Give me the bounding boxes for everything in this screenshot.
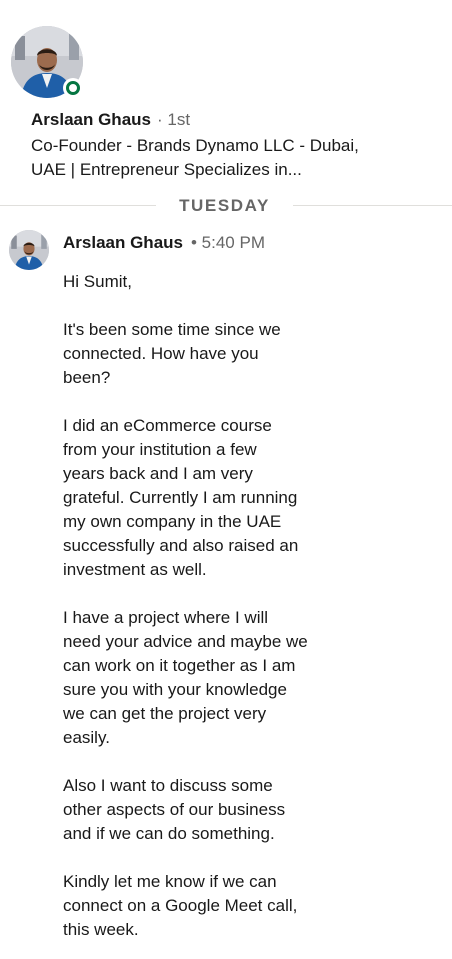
message-paragraph: I have a project where I will need your …: [63, 608, 308, 747]
divider-line-right: [293, 205, 452, 206]
headline-text: Co-Founder - Brands Dynamo LLC - Dubai, …: [31, 136, 359, 179]
divider-label: TUESDAY: [179, 196, 270, 215]
online-status-icon: [63, 78, 83, 98]
message-paragraph: Hi Sumit,: [63, 272, 132, 291]
contact-headline: Co-Founder - Brands Dynamo LLC - Dubai, …: [31, 134, 431, 182]
message-item: Arslaan Ghaus • 5:40 PM Hi Sumit, It's be…: [0, 226, 452, 959]
conversation-header: Arslaan Ghaus · 1st Co-Founder - Brands D…: [0, 0, 452, 195]
message-paragraph: I did an eCommerce course from your inst…: [63, 416, 299, 579]
message-body: Hi Sumit, It's been some time since we c…: [63, 270, 363, 942]
message-paragraph: It's been some time since we connected. …: [63, 320, 281, 387]
contact-name[interactable]: Arslaan Ghaus: [31, 110, 151, 129]
message-header: Arslaan Ghaus • 5:40 PM: [63, 232, 265, 254]
header-name-row: Arslaan Ghaus · 1st: [31, 109, 190, 131]
message-paragraph: Kindly let me know if we can connect on …: [63, 872, 298, 939]
day-divider: TUESDAY: [0, 193, 452, 219]
message-timestamp: • 5:40 PM: [191, 233, 265, 252]
message-paragraph: Also I want to discuss some other aspect…: [63, 776, 286, 843]
divider-line-left: [0, 205, 156, 206]
sender-photo: [9, 230, 49, 270]
sender-avatar[interactable]: [9, 230, 49, 270]
connection-degree: · 1st: [157, 110, 191, 129]
sender-name[interactable]: Arslaan Ghaus: [63, 233, 183, 252]
